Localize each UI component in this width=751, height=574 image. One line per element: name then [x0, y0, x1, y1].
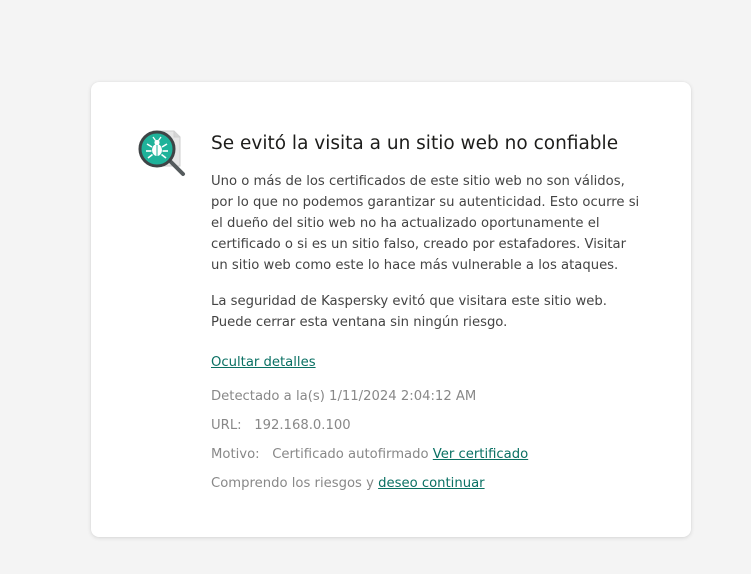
reason-row: Motivo: Certificado autofirmado Ver cert…	[211, 445, 641, 465]
reason-value: Certificado autofirmado	[272, 447, 429, 462]
blocked-notice: La seguridad de Kaspersky evitó que visi…	[211, 294, 607, 330]
warning-content: Se evitó la visita a un sitio web no con…	[211, 131, 641, 503]
certificate-explanation: Uno o más de los certificados de este si…	[211, 174, 640, 273]
url-label: URL:	[211, 418, 242, 433]
magnifier-bug-icon	[136, 128, 188, 180]
continue-link[interactable]: deseo continuar	[378, 476, 484, 491]
continue-prefix: Comprendo los riesgos y	[211, 476, 374, 491]
warning-card: Se evitó la visita a un sitio web no con…	[91, 82, 691, 537]
hide-details-link[interactable]: Ocultar detalles	[211, 355, 316, 370]
detected-text: Detectado a la(s) 1/11/2024 2:04:12 AM	[211, 389, 477, 404]
detected-time: Detectado a la(s) 1/11/2024 2:04:12 AM	[211, 387, 641, 407]
view-certificate-link[interactable]: Ver certificado	[433, 447, 528, 462]
reason-label: Motivo:	[211, 447, 260, 462]
url-value: 192.168.0.100	[254, 418, 351, 433]
page-title: Se evitó la visita a un sitio web no con…	[211, 133, 619, 154]
continue-row: Comprendo los riesgos y deseo continuar	[211, 474, 641, 494]
toggle-details-row: Ocultar detalles	[211, 353, 641, 373]
url-row: URL: 192.168.0.100	[211, 416, 641, 436]
